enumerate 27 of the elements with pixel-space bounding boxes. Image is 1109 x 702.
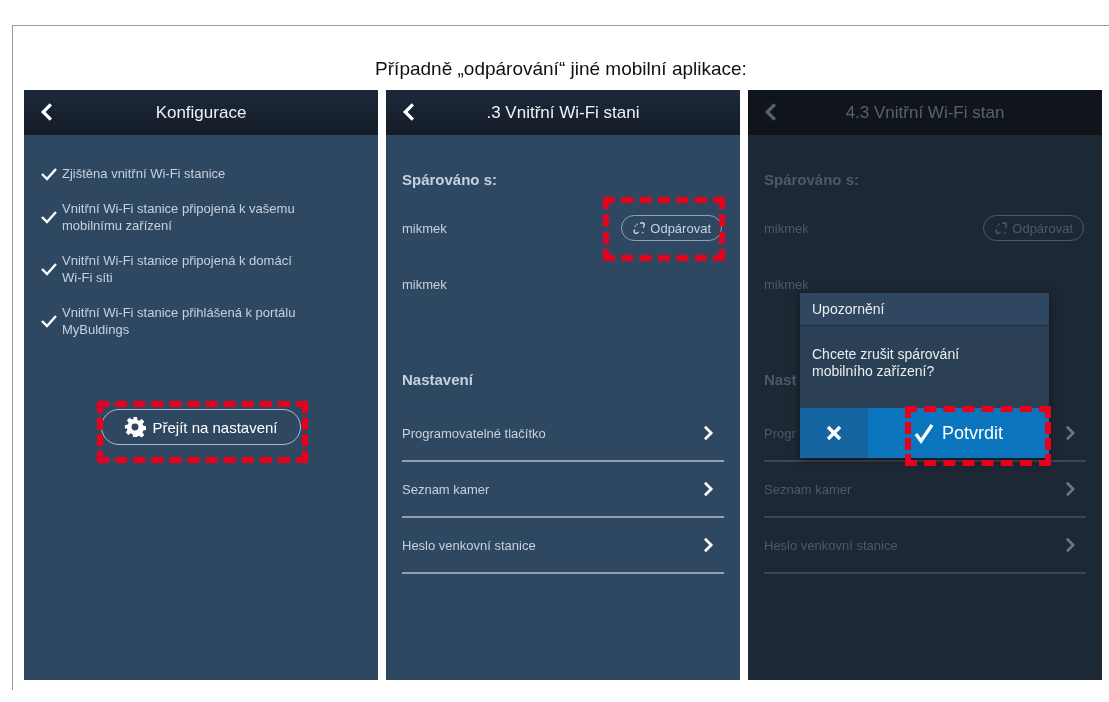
dialog-title: Upozornění xyxy=(800,293,1049,326)
step-text: Zjištěna vnitřní Wi-Fi stanice xyxy=(62,165,227,182)
section-heading: Nastavení xyxy=(402,371,473,388)
device-name: mikmek xyxy=(402,220,447,236)
page-heading: Případně „odpárování“ jiné mobilní aplikace: xyxy=(374,57,748,81)
check-icon xyxy=(914,422,934,444)
row-label: Programovatelné tlačítko xyxy=(402,425,546,441)
broken-link-icon xyxy=(632,220,648,236)
broken-link-icon xyxy=(994,220,1010,236)
confirm-button[interactable]: Potvrdit xyxy=(868,408,1049,458)
section-heading: Spárováno s: xyxy=(402,171,498,188)
screen-title: 4.3 Vnitřní Wi-Fi stan xyxy=(845,102,1005,123)
close-icon xyxy=(826,425,842,441)
screen-title: Konfigurace xyxy=(155,102,247,123)
cancel-button[interactable] xyxy=(800,408,868,458)
step-text: Vnitřní Wi-Fi stanice připojená k vašemu mobilnímu zařízení xyxy=(62,200,296,234)
settings-row[interactable]: Heslo venkovní stanice xyxy=(402,518,724,574)
step-text: Vnitřní Wi-Fi stanice připojená k domácí Wi-Fi síti xyxy=(62,252,293,286)
step-text: Vnitřní Wi-Fi stanice přihlášená k portálu MyBuldings xyxy=(62,304,297,338)
row-label: Seznam kamer xyxy=(402,481,490,497)
settings-row[interactable]: Seznam kamer xyxy=(402,462,724,518)
dialog-message: Chcete zrušit spárování mobilního zařízení? xyxy=(812,346,961,381)
device-name: mikmek xyxy=(402,276,447,292)
gear-icon xyxy=(124,416,147,438)
row-label: Heslo venkovní stanice xyxy=(402,537,536,553)
settings-row[interactable]: Programovatelné tlačítko xyxy=(402,406,724,462)
screen-title: .3 Vnitřní Wi-Fi stani xyxy=(486,102,640,123)
